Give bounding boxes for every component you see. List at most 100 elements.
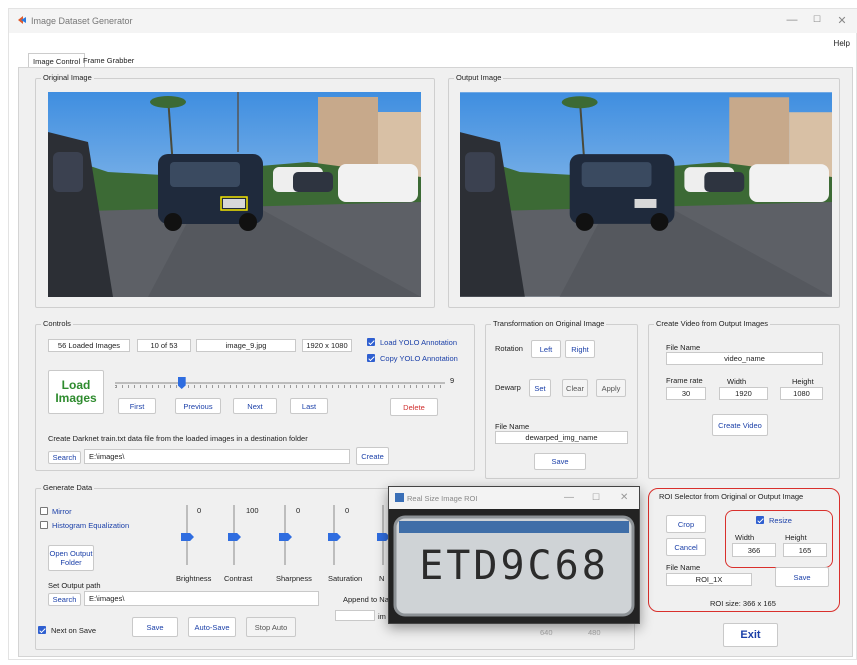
saturation-label: Saturation	[328, 574, 363, 583]
app-icon	[18, 16, 26, 24]
window-title: Image Dataset Generator	[31, 16, 133, 26]
rotate-right-button[interactable]: Right	[565, 340, 595, 358]
slider-thumb[interactable]	[181, 533, 194, 541]
slider-thumb[interactable]	[328, 533, 341, 541]
original-image[interactable]	[48, 92, 421, 297]
roi-height-label: Height	[785, 533, 807, 542]
load-yolo-label: Load YOLO Annotation	[380, 338, 458, 347]
image-slider[interactable]	[115, 377, 445, 389]
dewarp-filename-label: File Name	[495, 422, 530, 431]
roi-width-input[interactable]: 366	[732, 543, 776, 557]
resize-checkbox[interactable]	[756, 516, 764, 524]
video-height-input[interactable]: 1080	[780, 387, 823, 400]
popup-maximize-button[interactable]: ☐	[592, 492, 600, 503]
previous-button[interactable]: Previous	[175, 398, 221, 414]
title-bar: Image Dataset Generator — ☐ ✕	[9, 9, 857, 33]
popup-title: Real Size Image ROI	[407, 494, 478, 503]
popup-plate-text: ETD9C68	[419, 543, 609, 589]
transformation-label: Transformation on Original Image	[491, 319, 607, 328]
output-path-input[interactable]: E:\images\	[84, 591, 319, 606]
image-filename: image_9.jpg	[196, 339, 296, 352]
popup-title-bar: Real Size Image ROI — ☐ ✕	[389, 487, 639, 509]
crop-button[interactable]: Crop	[666, 515, 706, 533]
resize-label: Resize	[769, 516, 792, 525]
roi-popup-window: Real Size Image ROI — ☐ ✕ ETD9C68	[388, 486, 640, 624]
generate-save-button[interactable]: Save	[132, 617, 178, 637]
dewarp-filename-input[interactable]: dewarped_img_name	[495, 431, 628, 444]
output-image[interactable]	[460, 92, 832, 297]
append-label: Append to Na	[343, 595, 389, 604]
copy-yolo-checkbox[interactable]	[367, 354, 375, 362]
first-button[interactable]: First	[118, 398, 156, 414]
brightness-slider[interactable]	[181, 505, 194, 565]
load-yolo-checkbox[interactable]	[367, 338, 375, 346]
n-label: N	[379, 574, 385, 583]
darknet-search-button[interactable]: Search	[48, 451, 81, 464]
delete-button[interactable]: Delete	[390, 398, 438, 416]
dewarp-apply-button[interactable]: Apply	[596, 379, 626, 397]
mirror-checkbox[interactable]	[40, 507, 48, 515]
saturation-slider[interactable]	[328, 505, 341, 565]
dewarp-set-button[interactable]: Set	[529, 379, 551, 397]
auto-save-button[interactable]: Auto-Save	[188, 617, 236, 637]
last-button[interactable]: Last	[290, 398, 328, 414]
frame-rate-label: Frame rate	[666, 376, 703, 385]
append-input[interactable]	[335, 610, 375, 621]
brightness-label: Brightness	[176, 574, 212, 583]
dewarp-clear-button[interactable]: Clear	[562, 379, 588, 397]
video-width-input[interactable]: 1920	[719, 387, 768, 400]
create-darknet-button[interactable]: Create	[356, 447, 389, 465]
next-button[interactable]: Next	[233, 398, 277, 414]
generate-data-label: Generate Data	[41, 483, 95, 492]
exit-button[interactable]: Exit	[723, 623, 778, 647]
roi-size-label: ROI size: 366 x 165	[710, 599, 776, 608]
slider-value: 9	[450, 376, 455, 385]
video-width-label: Width	[727, 377, 747, 386]
roi-width-label: Width	[735, 533, 755, 542]
maximize-button[interactable]: ☐	[807, 14, 827, 25]
sharpness-value: 0	[296, 506, 301, 515]
next-on-save-checkbox[interactable]	[38, 626, 46, 634]
roi-label: ROI Selector from Original or Output Ima…	[659, 492, 804, 501]
roi-save-button[interactable]: Save	[775, 567, 829, 587]
output-image-label: Output Image	[454, 73, 504, 82]
slider-thumb[interactable]	[279, 533, 292, 541]
contrast-value: 100	[246, 506, 259, 515]
roi-height-input[interactable]: 165	[783, 543, 827, 557]
video-filename-input[interactable]: video_name	[666, 352, 823, 365]
video-label: Create Video from Output Images	[654, 319, 771, 328]
video-height-label: Height	[792, 377, 814, 386]
roi-filename-input[interactable]: ROI_1X	[666, 573, 752, 586]
close-button[interactable]: ✕	[832, 14, 852, 27]
frame-rate-input[interactable]: 30	[666, 387, 706, 400]
next-on-save-label: Next on Save	[51, 626, 97, 635]
popup-app-icon	[395, 493, 404, 502]
saturation-value: 0	[345, 506, 350, 515]
slider-track	[115, 382, 445, 384]
rotate-left-button[interactable]: Left	[531, 340, 561, 358]
cancel-button[interactable]: Cancel	[666, 538, 706, 556]
image-index: 10 of 53	[137, 339, 191, 352]
contrast-slider[interactable]	[228, 505, 241, 565]
rotation-label: Rotation	[495, 344, 523, 353]
open-output-folder-button[interactable]: Open Output Folder	[48, 545, 94, 571]
sharpness-slider[interactable]	[279, 505, 292, 565]
load-images-button[interactable]: Load Images	[48, 370, 104, 414]
histogram-label: Histogram Equalization	[52, 521, 130, 530]
slider-ticks	[115, 385, 445, 388]
help-menu[interactable]: Help	[834, 39, 850, 48]
popup-minimize-button[interactable]: —	[564, 492, 574, 503]
create-video-button[interactable]: Create Video	[712, 414, 768, 436]
slider-thumb[interactable]	[228, 533, 241, 541]
sharpness-label: Sharpness	[276, 574, 312, 583]
stop-auto-button[interactable]: Stop Auto	[246, 617, 296, 637]
dewarp-save-button[interactable]: Save	[534, 453, 586, 470]
loaded-images-count: 56 Loaded Images	[48, 339, 130, 352]
output-search-button[interactable]: Search	[48, 593, 81, 606]
copy-yolo-label: Copy YOLO Annotation	[380, 354, 458, 363]
popup-close-button[interactable]: ✕	[620, 492, 628, 503]
histogram-checkbox[interactable]	[40, 521, 48, 529]
contrast-label: Contrast	[224, 574, 253, 583]
minimize-button[interactable]: —	[782, 14, 802, 26]
darknet-path-input[interactable]: E:\images\	[84, 449, 350, 464]
